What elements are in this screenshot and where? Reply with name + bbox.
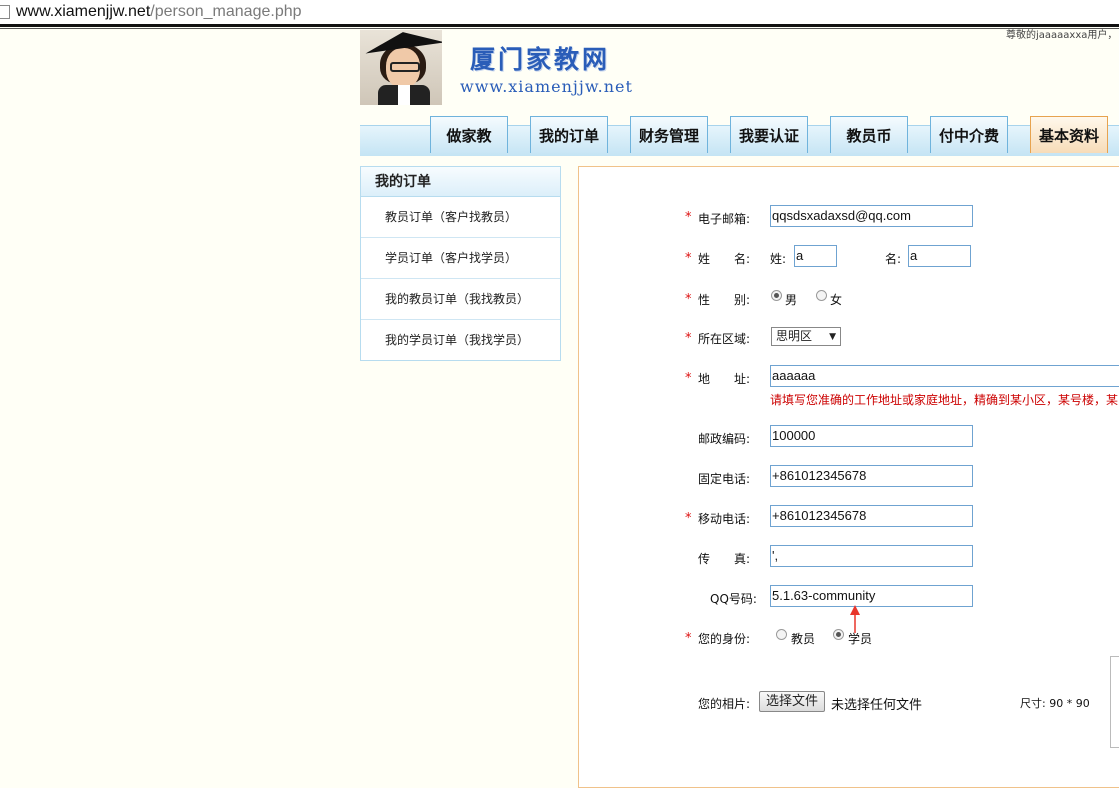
sidebar-item-my-tutor-orders[interactable]: 我的教员订单（我找教员） (361, 279, 560, 320)
site-title: 厦门家教网 (470, 45, 611, 74)
tab-finance[interactable]: 财务管理 (630, 116, 708, 153)
phone-field[interactable]: +861012345678 (770, 465, 973, 487)
photo-size-note: 尺寸: 90 * 90 (1020, 697, 1090, 710)
surname-label: 姓: (770, 252, 787, 266)
identity-tutor-radio[interactable] (776, 629, 787, 640)
site-url: www.xiamenjjw.net (460, 77, 633, 96)
identity-student-radio[interactable] (833, 629, 844, 640)
name-label: 姓 名: (698, 252, 751, 266)
mobile-label: 移动电话: (698, 512, 751, 526)
postcode-field[interactable]: 100000 (770, 425, 973, 447)
gender-female-label: 女 (830, 293, 843, 307)
phone-label: 固定电话: (698, 472, 751, 486)
photo-label: 您的相片: (698, 697, 751, 711)
logo-teacher-image (360, 30, 442, 105)
tab-basic-info[interactable]: 基本资料 (1030, 116, 1108, 153)
divider (0, 28, 1119, 29)
gender-male-radio[interactable] (771, 290, 782, 301)
region-label: 所在区域: (698, 332, 751, 346)
address-field[interactable]: aaaaaa (770, 365, 1119, 387)
address-label: 地 址: (698, 372, 751, 386)
sidebar-title: 我的订单 (361, 167, 560, 197)
gender-label: 性 别: (698, 293, 751, 307)
required-mark: * (685, 292, 692, 307)
region-select-value: 思明区 (776, 329, 813, 343)
tab-tutor[interactable]: 做家教 (430, 116, 508, 153)
choose-file-button[interactable]: 选择文件 (759, 691, 826, 712)
gender-male-label: 男 (785, 293, 798, 307)
qq-label: QQ号码: (710, 592, 757, 606)
qq-field[interactable]: 5.1.63-community (770, 585, 973, 607)
tab-agency-fee[interactable]: 付中介费 (930, 116, 1008, 153)
dropdown-arrow-icon: ▼ (829, 332, 836, 342)
required-mark: * (685, 371, 692, 386)
required-mark: * (685, 631, 692, 646)
sidebar-item-my-student-orders[interactable]: 我的学员订单（我找学员） (361, 320, 560, 360)
required-mark: * (685, 251, 692, 266)
broken-image-icon (1110, 656, 1119, 748)
sidebar-item-student-orders[interactable]: 学员订单（客户找学员） (361, 238, 560, 279)
tab-verify[interactable]: 我要认证 (730, 116, 808, 153)
browser-url-bar[interactable]: www.xiamenjjw.net/person_manage.php (0, 0, 1119, 26)
welcome-note: 尊敬的jaaaaaxxa用户， (1006, 30, 1118, 41)
identity-label: 您的身份: (698, 632, 751, 646)
file-status: 未选择任何文件 (831, 698, 923, 713)
address-text[interactable]: www.xiamenjjw.net/person_manage.php (16, 3, 302, 21)
sidebar: 我的订单 教员订单（客户找教员） 学员订单（客户找学员） 我的教员订单（我找教员… (360, 166, 561, 361)
email-field[interactable]: qqsdsxadaxsd@qq.com (770, 205, 973, 227)
required-mark: * (685, 331, 692, 346)
region-select[interactable]: 思明区 ▼ (771, 327, 841, 346)
required-mark: * (685, 210, 692, 225)
tab-coins[interactable]: 教员币 (830, 116, 908, 153)
mobile-field[interactable]: +861012345678 (770, 505, 973, 527)
postcode-label: 邮政编码: (698, 432, 751, 446)
page-icon (0, 5, 10, 19)
gender-female-radio[interactable] (816, 290, 827, 301)
fax-field[interactable]: ', (770, 545, 973, 567)
address-hint: 请填写您准确的工作地址或家庭地址，精确到某小区，某号楼，某 (770, 393, 1119, 407)
given-name-label: 名: (885, 252, 902, 266)
given-name-field[interactable]: a (908, 245, 971, 267)
required-mark: * (685, 511, 692, 526)
identity-tutor-label: 教员 (791, 632, 816, 646)
divider (0, 24, 1119, 27)
tab-my-orders[interactable]: 我的订单 (530, 116, 608, 153)
identity-student-label: 学员 (848, 632, 873, 646)
email-label: 电子邮箱: (698, 212, 751, 226)
fax-label: 传 真: (698, 552, 751, 566)
surname-field[interactable]: a (794, 245, 837, 267)
sidebar-item-tutor-orders[interactable]: 教员订单（客户找教员） (361, 197, 560, 238)
